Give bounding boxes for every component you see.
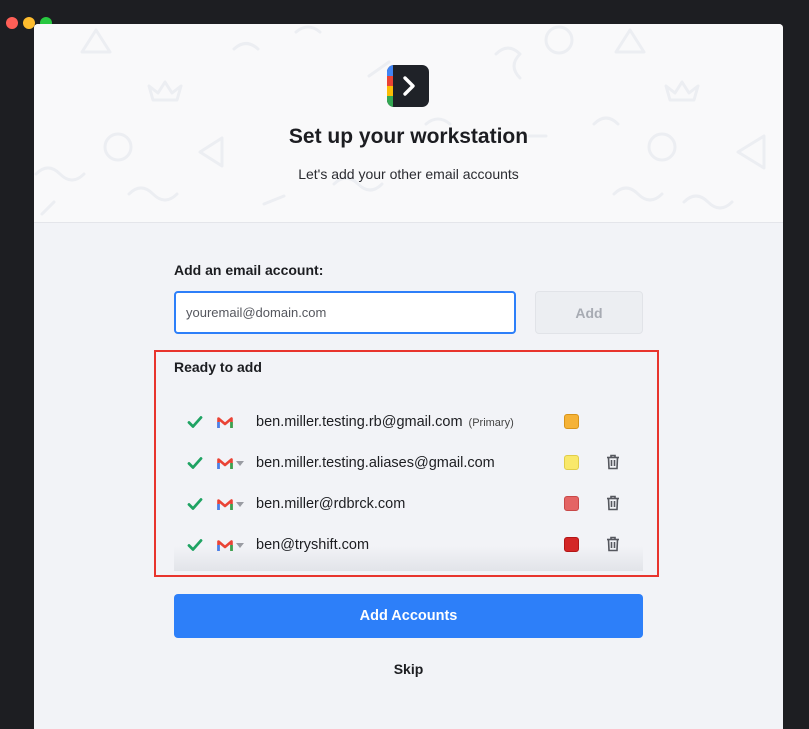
account-email: ben.miller@rdbrck.com xyxy=(256,496,406,512)
color-swatch[interactable] xyxy=(564,414,579,429)
check-icon xyxy=(187,457,203,469)
trash-icon[interactable] xyxy=(606,536,620,552)
gmail-icon[interactable] xyxy=(217,458,233,470)
add-accounts-button[interactable]: Add Accounts xyxy=(174,594,643,638)
check-icon xyxy=(187,416,203,428)
account-email: ben@tryshift.com xyxy=(256,537,370,553)
account-row: ben.miller@rdbrck.com xyxy=(34,493,783,517)
trash-icon[interactable] xyxy=(606,495,620,511)
setup-window: Set up your workstation Let's add your o… xyxy=(34,24,783,729)
color-swatch[interactable] xyxy=(564,496,579,511)
email-input[interactable] xyxy=(174,291,516,334)
gmail-icon xyxy=(217,417,233,428)
caret-down-icon[interactable] xyxy=(236,502,244,507)
check-icon xyxy=(187,539,203,551)
header-banner: Set up your workstation Let's add your o… xyxy=(34,24,783,223)
app-logo-icon xyxy=(387,65,429,107)
page-subtitle: Let's add your other email accounts xyxy=(298,166,519,182)
color-swatch[interactable] xyxy=(564,455,579,470)
caret-down-icon[interactable] xyxy=(236,461,244,466)
gmail-icon[interactable] xyxy=(217,540,233,552)
gmail-icon[interactable] xyxy=(217,499,233,511)
account-row: ben@tryshift.com xyxy=(34,534,783,558)
skip-link[interactable]: Skip xyxy=(34,661,783,677)
add-email-button[interactable]: Add xyxy=(535,291,643,334)
account-email: ben.miller.testing.aliases@gmail.com xyxy=(256,455,495,471)
close-window-button[interactable] xyxy=(6,17,18,29)
ready-to-add-label: Ready to add xyxy=(174,359,262,375)
account-email: ben.miller.testing.rb@gmail.com (Primary) xyxy=(256,414,514,430)
account-email-text: ben.miller.testing.rb@gmail.com xyxy=(256,414,463,430)
page-title: Set up your workstation xyxy=(288,125,529,148)
trash-icon[interactable] xyxy=(606,454,620,470)
background-pattern xyxy=(34,25,766,216)
account-row: ben.miller.testing.rb@gmail.com (Primary) xyxy=(34,411,783,435)
primary-tag: (Primary) xyxy=(468,417,514,429)
caret-down-icon[interactable] xyxy=(236,543,244,548)
account-row: ben.miller.testing.aliases@gmail.com xyxy=(34,452,783,476)
add-email-label: Add an email account: xyxy=(174,262,324,278)
color-swatch[interactable] xyxy=(564,537,579,552)
check-icon xyxy=(187,498,203,510)
